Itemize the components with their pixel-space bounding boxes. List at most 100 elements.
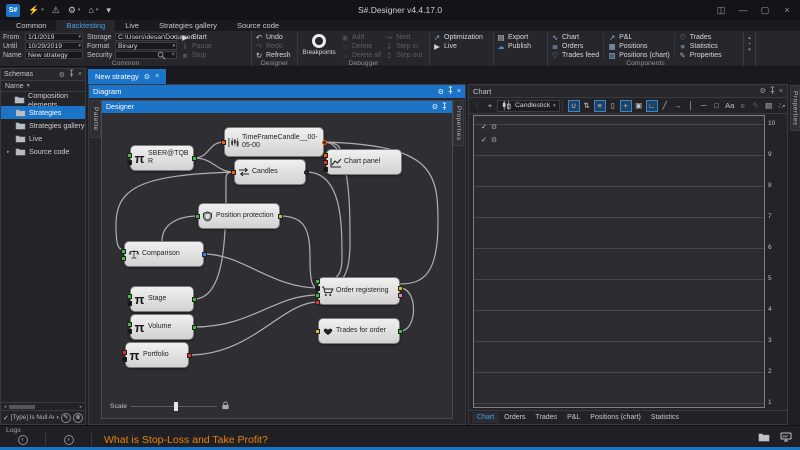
legend-icon[interactable]: ≡ [594, 100, 606, 112]
draw-text-icon[interactable]: Aa [724, 100, 736, 112]
series-settings-icon[interactable]: ⚙ [491, 123, 497, 131]
pin-icon[interactable] [769, 86, 776, 97]
share-icon[interactable]: ∴ ▾ [776, 100, 788, 112]
pin-icon[interactable] [68, 69, 75, 80]
red-port[interactable] [122, 350, 127, 355]
stop-button[interactable]: ■Stop [181, 51, 212, 59]
filter-checkbox[interactable]: ✓ [3, 414, 9, 422]
gear-icon[interactable]: ⚙ [144, 73, 150, 81]
next-message-icon[interactable]: › [64, 435, 74, 445]
minimize-button[interactable]: — [732, 0, 754, 20]
monitor-icon[interactable] [780, 432, 792, 444]
sidebar-item-source-code[interactable]: ▸Source code [1, 145, 85, 158]
node-tfc[interactable]: TimeFrameCandle__00-05-00 [224, 127, 324, 157]
chevron-down-icon[interactable]: ▾ [56, 415, 59, 421]
new-pane-icon[interactable]: ▯ [607, 100, 619, 112]
green-port[interactable] [192, 325, 197, 330]
clear-filter-button[interactable]: ⊗ [73, 413, 83, 423]
magnet-icon[interactable]: ∪ [568, 100, 580, 112]
red-port[interactable] [187, 353, 192, 358]
close-icon[interactable]: × [155, 73, 159, 80]
chart-tab-statistics[interactable]: Statistics [646, 412, 684, 423]
chart-tab-positions-chart-[interactable]: Positions (chart) [585, 412, 646, 423]
auto-scroll-icon[interactable]: ⇅ [581, 100, 593, 112]
green-port[interactable] [121, 249, 126, 254]
component-trades-feed-button[interactable]: ♡Trades feed [551, 51, 599, 59]
diagram-canvas[interactable]: Scale πSBER@TQBRTimeFrameCandle__00-05-0… [102, 113, 452, 418]
delete-all-button[interactable]: ○Delete all [341, 51, 381, 59]
axes-icon[interactable]: ∟ [646, 100, 658, 112]
gear-icon[interactable]: ⚙ [760, 87, 766, 95]
sidebar-item-composition-elements[interactable]: Composition elements [1, 93, 85, 106]
yellow-port[interactable] [315, 329, 320, 334]
node-orderreg[interactable]: Order registering [318, 277, 400, 305]
close-icon[interactable]: × [78, 71, 82, 78]
maximize-button[interactable]: ▢ [754, 0, 776, 20]
security-field[interactable]: × [115, 51, 177, 59]
component-p-l-button[interactable]: ↗P&L [608, 33, 670, 41]
filter-funnel-icon[interactable]: ▼ [26, 83, 31, 89]
orange-port[interactable] [221, 140, 226, 145]
pause-button[interactable]: ‖Pause [181, 42, 212, 50]
filter-expression[interactable]: [Type] Is Null And Not... [11, 414, 55, 421]
sidebar-item-live[interactable]: Live [1, 132, 85, 145]
clear-icon[interactable]: × [171, 52, 175, 58]
sidebar-item-strategies-gallery[interactable]: Strategies gallery [1, 119, 85, 132]
close-icon[interactable]: × [457, 88, 461, 95]
pink-port[interactable] [398, 293, 403, 298]
yellow-port[interactable] [278, 214, 283, 219]
red-port[interactable] [323, 160, 328, 165]
lock-icon[interactable] [221, 401, 230, 412]
black-port[interactable] [127, 160, 132, 165]
save-image-icon[interactable]: ▤ [763, 100, 775, 112]
format-field[interactable]: Binary▾ [115, 42, 177, 50]
settings-icon[interactable]: ⚙▾ [68, 5, 81, 16]
black-port[interactable] [127, 329, 132, 334]
node-chartpanel[interactable]: Chart panel [326, 149, 402, 175]
orange-port[interactable] [231, 170, 236, 175]
live-button[interactable]: ▶Live [433, 42, 483, 50]
close-icon[interactable]: × [779, 88, 783, 95]
component-statistics-button[interactable]: ≡Statistics [679, 42, 722, 50]
component-trades-button[interactable]: ♡Trades [679, 33, 722, 41]
ribbon-tab-strategies-gallery[interactable]: Strategies gallery [149, 20, 227, 31]
close-button[interactable]: × [776, 0, 798, 20]
component-properties-button[interactable]: ✎Properties [679, 51, 722, 59]
scroll-left-icon[interactable]: ◂ [2, 404, 8, 410]
green-port[interactable] [195, 214, 200, 219]
series-visibility-checkbox[interactable]: ✓ [481, 123, 487, 131]
refresh-button[interactable]: ↻Refresh [255, 51, 291, 59]
tooltip-icon[interactable]: ▣ [633, 100, 645, 112]
black-port[interactable] [315, 286, 320, 291]
pin-icon[interactable] [441, 102, 448, 113]
green-port[interactable] [192, 297, 197, 302]
log-message-link[interactable]: What is Stop-Loss and Take Profit? [104, 434, 268, 446]
component-chart-button[interactable]: ∿Chart [551, 33, 599, 41]
draw-vline-icon[interactable]: │ [685, 100, 697, 112]
chevron-down-icon[interactable]: ▾ [172, 43, 175, 49]
component-orders-button[interactable]: ≣Orders [551, 42, 599, 50]
open-folder-icon[interactable] [758, 433, 770, 444]
tab-palette[interactable]: Palette [90, 100, 101, 138]
orange-port[interactable] [323, 153, 328, 158]
black-port[interactable] [127, 301, 132, 306]
node-comparison[interactable]: Comparison [124, 241, 204, 267]
export-button[interactable]: ▤Export [497, 33, 531, 41]
next-button[interactable]: ↪Next [385, 33, 422, 41]
ribbon-tab-common[interactable]: Common [6, 20, 56, 31]
node-sber[interactable]: πSBER@TQBR [130, 145, 194, 171]
ribbon-tab-backtesting[interactable]: Backtesting [56, 20, 115, 31]
node-portfolio[interactable]: πPortfolio [125, 342, 189, 368]
red-port[interactable] [315, 300, 320, 305]
ribbon-tab-source-code[interactable]: Source code [227, 20, 289, 31]
green-port[interactable] [192, 156, 197, 161]
add-button[interactable]: ◉Add [341, 33, 381, 41]
chart-tab-trades[interactable]: Trades [531, 412, 563, 423]
schemas-h-scrollbar[interactable]: ◂ ▸ [1, 402, 85, 410]
breakpoints-button[interactable]: Breakpoints [301, 33, 337, 56]
scale-slider-thumb[interactable] [174, 402, 178, 411]
name-field[interactable]: New strategy [25, 51, 83, 59]
draw-hline-icon[interactable]: ─ [698, 100, 710, 112]
chevron-down-icon[interactable]: ▾ [78, 43, 81, 49]
step-out-button[interactable]: ↥Step out [385, 51, 422, 59]
